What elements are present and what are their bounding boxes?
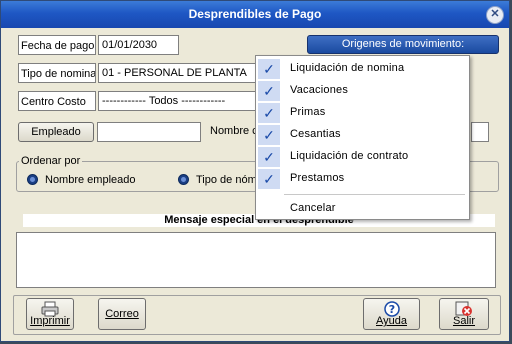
empleado-button[interactable]: Empleado (18, 122, 94, 142)
menu-item-label: Primas (290, 106, 326, 118)
empleado-input[interactable] (97, 122, 201, 142)
menu-item-liquidacion-contrato[interactable]: ✓ Liquidación de contrato (256, 146, 469, 168)
imprimir-button[interactable]: Imprimir (26, 298, 74, 330)
check-icon: ✓ (258, 169, 280, 189)
check-icon: ✓ (258, 147, 280, 167)
radio-nombre-label[interactable]: Nombre empleado (45, 174, 136, 186)
dialog-window: Desprendibles de Pago ✕ Fecha de pago 01… (0, 0, 510, 342)
fecha-label: Fecha de pago (18, 35, 96, 55)
correo-button[interactable]: Correo (98, 298, 146, 330)
close-icon[interactable]: ✕ (486, 6, 504, 24)
menu-item-label: Cancelar (290, 202, 336, 214)
menu-item-label: Vacaciones (290, 84, 349, 96)
mensaje-textarea[interactable] (16, 232, 496, 288)
nombre-field (471, 122, 489, 142)
ayuda-label: Ayuda (376, 315, 407, 327)
radio-tipo-label[interactable]: Tipo de nóm (196, 174, 257, 186)
check-icon: ✓ (258, 103, 280, 123)
menu-item-vacaciones[interactable]: ✓ Vacaciones (256, 80, 469, 102)
ayuda-button[interactable]: ? Ayuda (363, 298, 420, 330)
origenes-button[interactable]: Origenes de movimiento: (307, 35, 499, 54)
menu-separator (284, 194, 465, 195)
check-icon: ✓ (258, 59, 280, 79)
menu-item-primas[interactable]: ✓ Primas (256, 102, 469, 124)
salir-button[interactable]: Salir (439, 298, 489, 330)
check-icon: ✓ (258, 125, 280, 145)
menu-item-label: Prestamos (290, 172, 345, 184)
menu-item-prestamos[interactable]: ✓ Prestamos (256, 168, 469, 190)
imprimir-label: Imprimir (30, 315, 70, 327)
title-bar[interactable]: Desprendibles de Pago ✕ (1, 1, 509, 28)
menu-item-cancelar[interactable]: Cancelar (256, 198, 469, 220)
nombre-label: Nombre c (210, 125, 258, 137)
menu-item-label: Liquidación de contrato (290, 150, 409, 162)
radio-tipo-nomina[interactable] (178, 174, 189, 185)
tipo-nomina-select[interactable]: 01 - PERSONAL DE PLANTA (98, 63, 258, 83)
radio-nombre-empleado[interactable] (27, 174, 38, 185)
fecha-input[interactable]: 01/01/2030 (98, 35, 179, 55)
menu-item-label: Cesantias (290, 128, 341, 140)
menu-item-liquidacion-nomina[interactable]: ✓ Liquidación de nomina (256, 58, 469, 80)
menu-item-label: Liquidación de nomina (290, 62, 405, 74)
centro-costo-select[interactable]: ------------ Todos ------------ (98, 91, 258, 111)
origenes-menu: ✓ Liquidación de nomina ✓ Vacaciones ✓ P… (255, 55, 470, 220)
footer-panel (13, 295, 501, 335)
correo-label: Correo (105, 308, 139, 320)
ordenar-legend: Ordenar por (19, 155, 83, 167)
menu-item-cesantias[interactable]: ✓ Cesantias (256, 124, 469, 146)
check-icon: ✓ (258, 81, 280, 101)
centro-costo-label: Centro Costo (18, 91, 96, 111)
window-title: Desprendibles de Pago (188, 7, 322, 21)
tipo-nomina-label: Tipo de nomina (18, 63, 96, 83)
salir-label: Salir (452, 315, 475, 327)
